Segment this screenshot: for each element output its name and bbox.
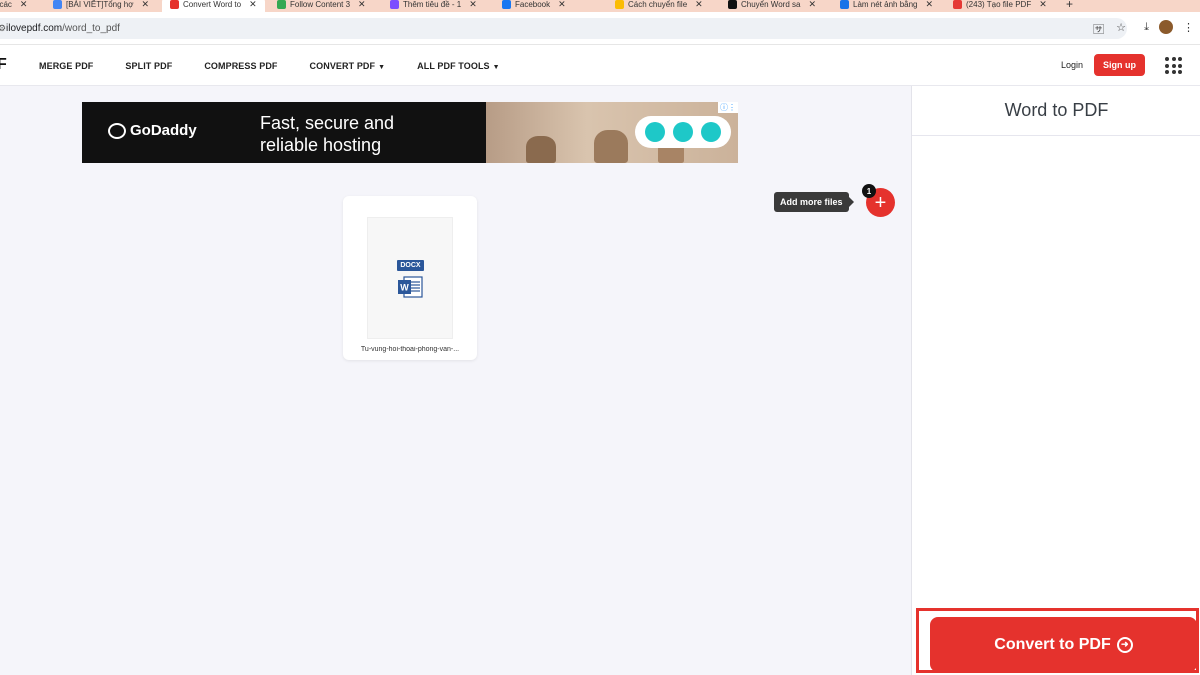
file-type-badge: DOCX [397,260,424,271]
tab-favicon-icon [728,0,737,9]
chevron-down-icon: ▼ [378,63,386,71]
tab-favicon-icon [502,0,511,9]
browser-tab[interactable]: Cách chuyển file ✕ [615,0,703,12]
nav-all-pdf-tools[interactable]: ALL PDF TOOLS ▼ [417,61,500,71]
ad-icon-group [635,116,731,148]
tab-close-icon[interactable]: ✕ [808,0,816,10]
convert-highlight-frame: Convert to PDF ➜ [916,608,1199,673]
tab-label: Làm nét ảnh bằng [853,0,918,9]
site-info-icon[interactable]: ⚙ [0,23,6,33]
advertisement-banner[interactable]: GoDaddy Fast, secure and reliable hostin… [82,102,738,163]
url-host: ilovepdf.com [6,23,63,34]
signup-button[interactable]: Sign up [1094,54,1145,76]
site-logo[interactable]: F [0,56,7,74]
browser-tab-strip: Các các✕[BÀI VIẾT]Tổng hợ✕Convert Word t… [0,0,1200,12]
apps-grid-icon[interactable] [1165,57,1182,74]
tab-label: Các các [0,0,12,9]
nav-compress-pdf[interactable]: COMPRESS PDF [204,61,277,71]
add-more-files-tooltip: Add more files [774,192,854,212]
tab-close-icon[interactable]: ✕ [358,0,366,10]
tab-label: Cách chuyển file [628,0,688,9]
tab-label: Convert Word to [183,0,242,9]
tab-label: [BÀI VIẾT]Tổng hợ [66,0,134,9]
browser-tab[interactable]: Thêm tiêu đề - 1 ✕ [390,0,477,12]
browser-menu-icon[interactable]: ⋮ [1183,21,1194,34]
ad-feature-icon [645,122,665,142]
options-sidebar: Word to PDF Convert to PDF ➜ [911,86,1200,675]
browser-tab[interactable]: Facebook ✕ [502,0,566,12]
browser-tab[interactable]: Follow Content 3 ✕ [277,0,366,12]
tab-label: Follow Content 3 [290,0,351,9]
tab-favicon-icon [615,0,624,9]
login-link[interactable]: Login [1061,60,1083,70]
tab-label: Chuyển Word sa [741,0,801,9]
chevron-down-icon: ▼ [492,63,500,71]
tab-close-icon[interactable]: ✕ [558,0,566,10]
browser-tab[interactable]: Làm nét ảnh bằng ✕ [840,0,933,12]
tab-favicon-icon [840,0,849,9]
tab-favicon-icon [953,0,962,9]
file-count-badge: 1 [862,184,876,198]
tab-close-icon[interactable]: ✕ [695,0,703,10]
tab-close-icon[interactable]: ✕ [142,0,150,10]
word-document-icon: W [398,276,423,298]
address-bar[interactable]: ⚙ ilovepdf.com/word_to_pdf [0,18,1127,39]
tab-close-icon[interactable]: ✕ [469,0,477,10]
bookmark-star-icon[interactable]: ☆ [1116,21,1126,37]
svg-text:W: W [400,283,409,293]
arrow-right-circle-icon: ➜ [1116,636,1133,653]
browser-tab[interactable]: Chuyển Word sa ✕ [728,0,816,12]
browser-tab[interactable]: (243) Tạo file PDF ✕ [953,0,1047,12]
site-header: F MERGE PDF SPLIT PDF COMPRESS PDF CONVE… [0,45,1200,86]
file-name: Tu-vung-hoi-thoai-phong-van-... [360,346,460,353]
browser-tab[interactable]: Các các ✕ [0,0,27,12]
file-thumbnail: DOCX W [367,217,453,339]
tab-favicon-icon [170,0,179,9]
translate-icon[interactable]: 🈂 [1093,21,1104,37]
file-card[interactable]: DOCX W Tu-vung-hoi-thoai-phong-van-... [343,196,477,360]
workspace: GoDaddy Fast, secure and reliable hostin… [0,86,911,675]
browser-toolbar: ⚙ ilovepdf.com/word_to_pdf 🈂 ☆ ⤓ ⋮ [0,12,1200,45]
tab-favicon-icon [53,0,62,9]
tab-close-icon[interactable]: ✕ [20,0,28,10]
browser-tab[interactable]: [BÀI VIẾT]Tổng hợ ✕ [53,0,149,12]
ad-choices-icon[interactable]: ⓘ⋮ [718,102,738,113]
tab-close-icon[interactable]: ✕ [926,0,934,10]
browser-tab[interactable]: Convert Word to ✕ [162,0,265,12]
ad-feature-icon [673,122,693,142]
nav-convert-pdf[interactable]: CONVERT PDF ▼ [310,61,386,71]
ad-feature-icon [701,122,721,142]
plus-icon: + [874,191,887,214]
tab-favicon-icon [277,0,286,9]
nav-split-pdf[interactable]: SPLIT PDF [125,61,172,71]
profile-avatar[interactable] [1159,20,1173,34]
convert-to-pdf-button[interactable]: Convert to PDF ➜ [930,617,1197,672]
ad-headline: Fast, secure and reliable hosting [260,113,395,155]
download-icon[interactable]: ⤓ [1144,21,1149,34]
ad-brand: GoDaddy [108,122,197,139]
tab-label: (243) Tạo file PDF [966,0,1032,9]
new-tab-button[interactable]: + [1066,0,1073,12]
main-nav: MERGE PDF SPLIT PDF COMPRESS PDF CONVERT… [39,45,532,86]
tab-label: Thêm tiêu đề - 1 [403,0,462,9]
url-path: /word_to_pdf [62,23,120,34]
sidebar-title: Word to PDF [912,86,1200,136]
tab-close-icon[interactable]: ✕ [1039,0,1047,10]
godaddy-logo-icon [108,122,126,139]
tab-close-icon[interactable]: ✕ [249,0,257,10]
tab-favicon-icon [390,0,399,9]
nav-merge-pdf[interactable]: MERGE PDF [39,61,93,71]
tab-label: Facebook [515,0,551,9]
